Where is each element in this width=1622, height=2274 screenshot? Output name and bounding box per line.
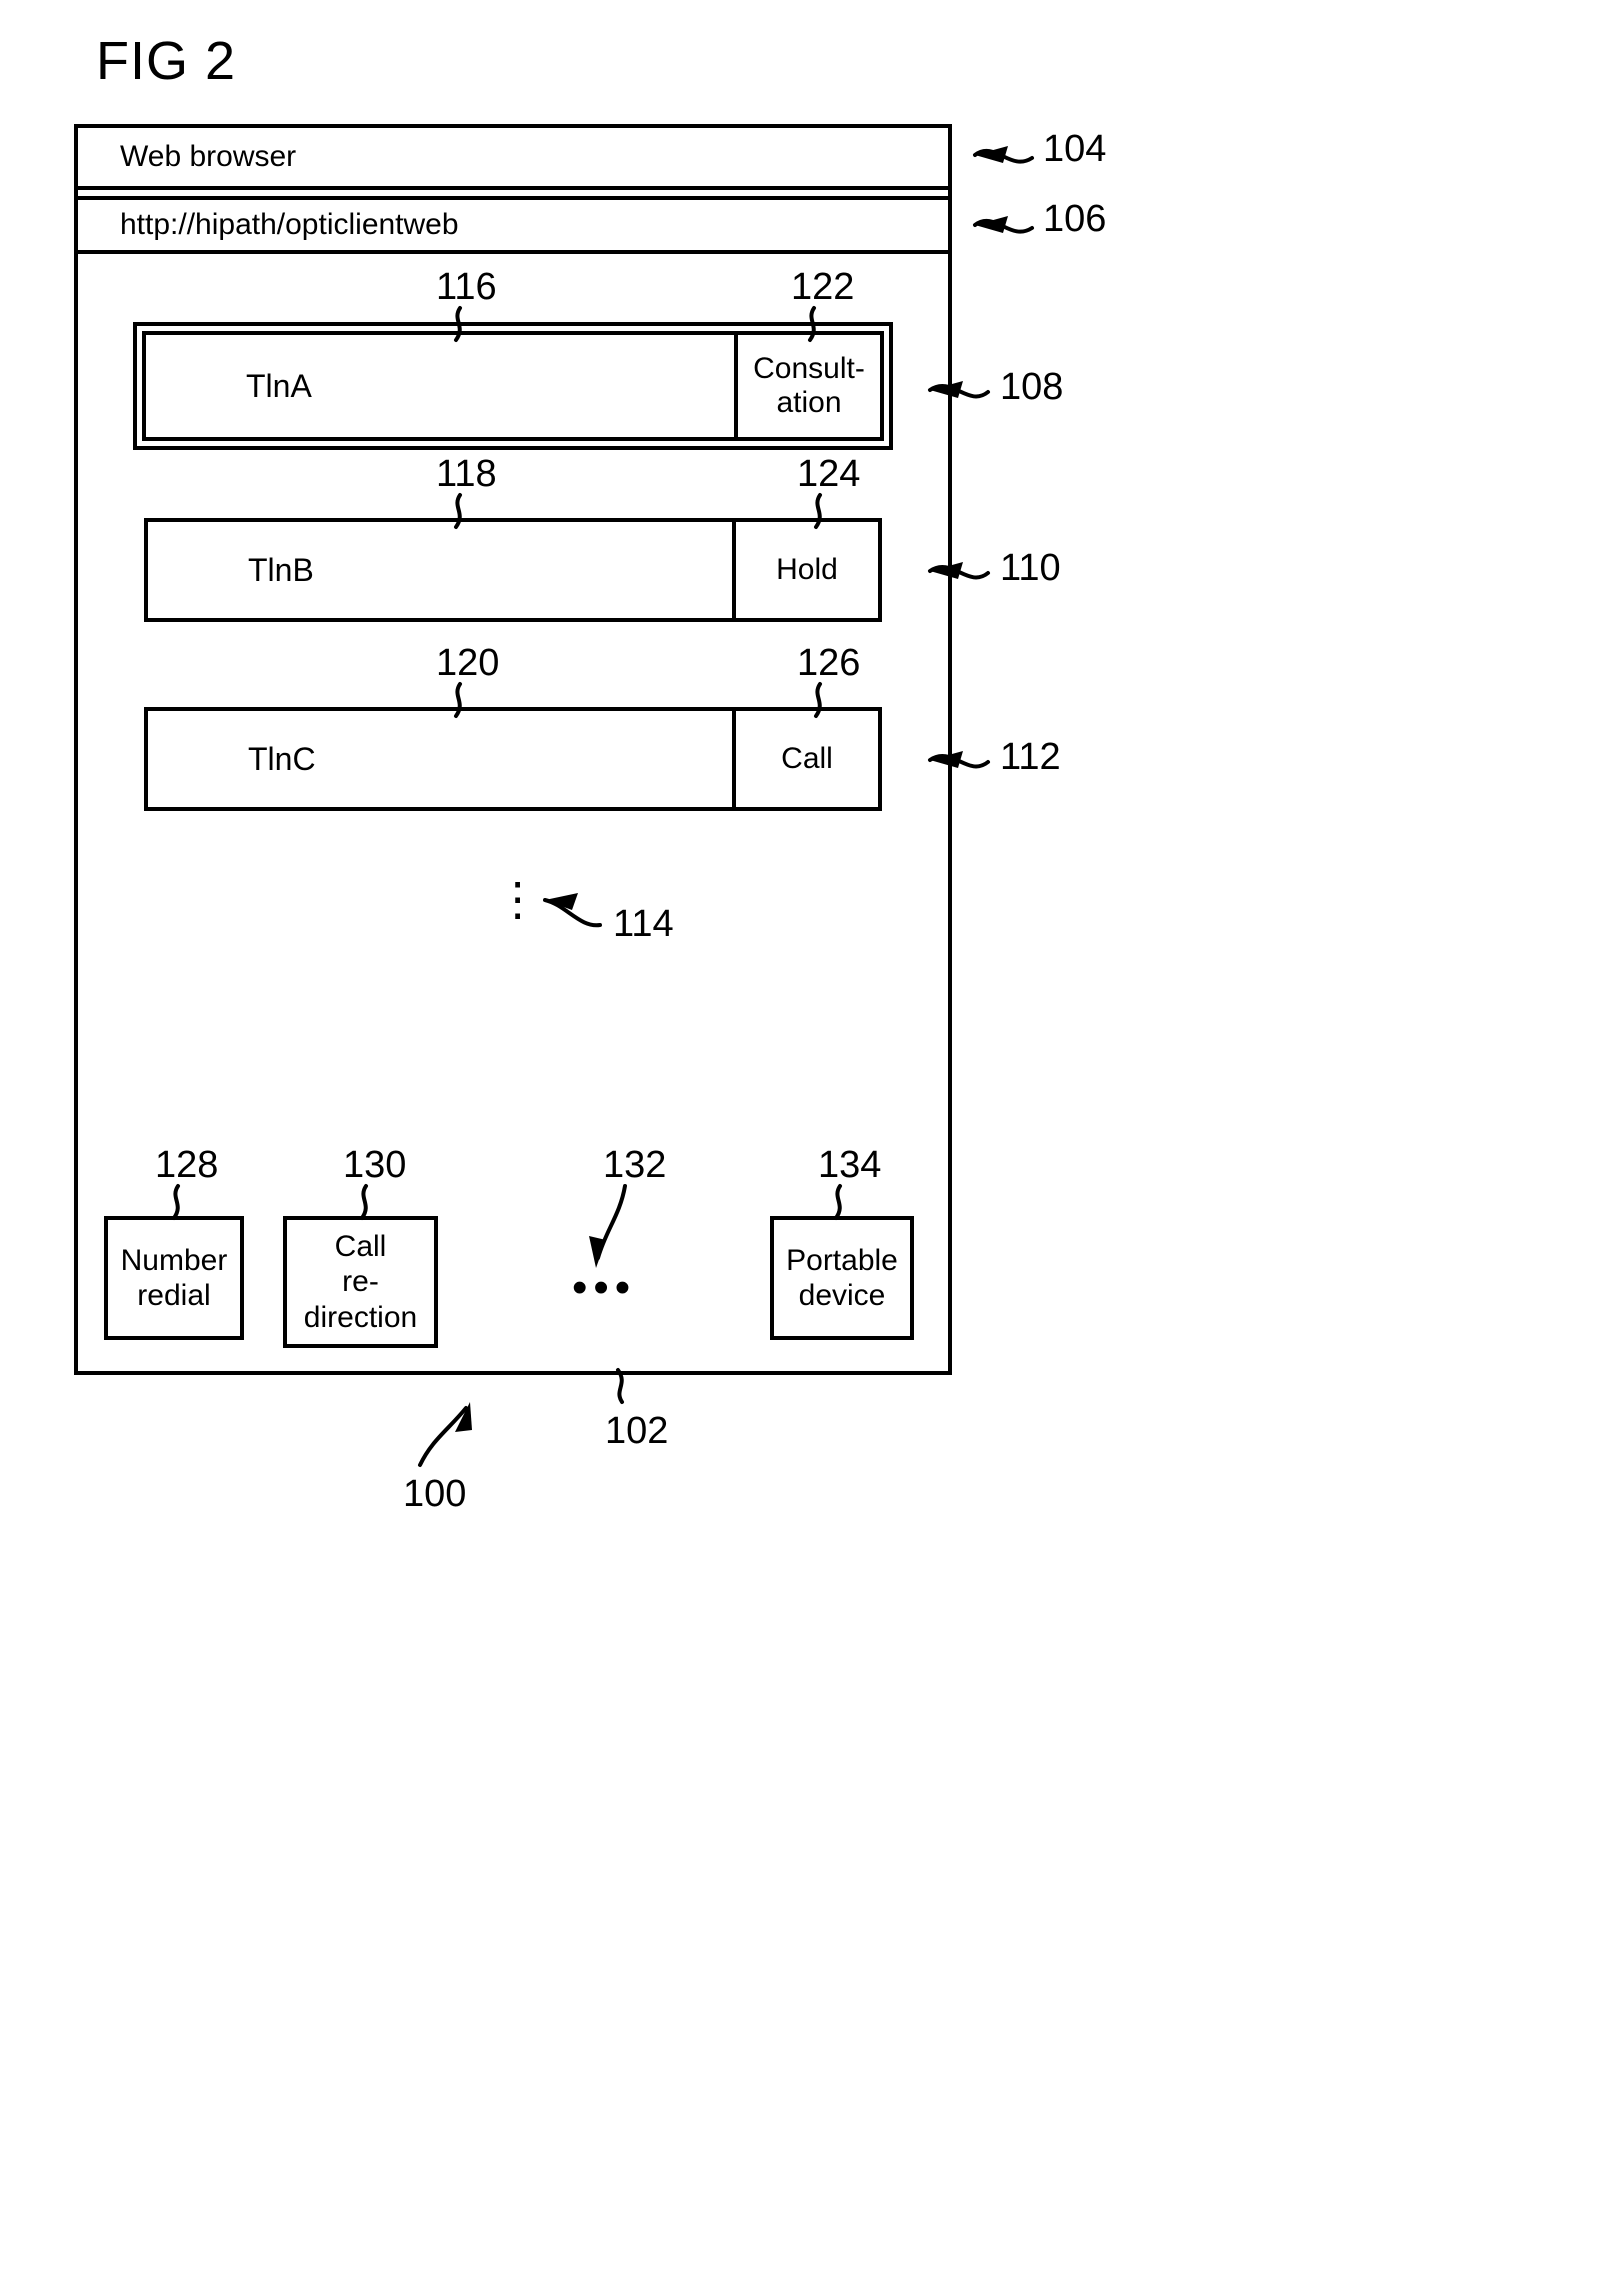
call-row-b-name: TlnB — [248, 551, 314, 588]
call-row-a-selection-frame[interactable]: TlnA Consult- ation — [133, 322, 893, 450]
call-row-c-action-button[interactable]: Call — [732, 711, 878, 807]
call-redirection-label-line1: Call — [334, 1229, 387, 1263]
arrowhead-104 — [975, 146, 1008, 163]
ref-numeral-104: 104 — [1043, 128, 1107, 170]
leader-106 — [973, 218, 1034, 234]
ref-numeral-116: 116 — [436, 266, 497, 308]
figure-title: FIG 2 — [96, 31, 237, 91]
call-row-c-name: TlnC — [248, 740, 316, 777]
portable-device-label-line1: Portable — [786, 1243, 898, 1277]
call-row-b[interactable]: TlnB Hold — [144, 518, 882, 622]
browser-titlebar: Web browser — [74, 124, 952, 190]
call-redirection-button[interactable]: Call re- direction — [283, 1216, 438, 1348]
leader-100 — [418, 1406, 468, 1467]
call-row-a-action-label-line2: ation — [776, 386, 842, 419]
number-redial-label-line1: Number — [120, 1243, 228, 1277]
call-row-a[interactable]: TlnA Consult- ation — [142, 331, 884, 441]
call-row-c[interactable]: TlnC Call — [144, 707, 882, 811]
call-row-b-action-button[interactable]: Hold — [732, 522, 878, 618]
call-redirection-label-line2: re- — [342, 1265, 379, 1299]
ref-numeral-106: 106 — [1043, 198, 1107, 240]
call-rows-continuation-ellipsis: ⋮ — [491, 872, 544, 926]
browser-url-text: http://hipath/opticlientweb — [120, 208, 459, 241]
ref-numeral-122: 122 — [791, 266, 855, 308]
ref-numeral-102: 102 — [605, 1410, 669, 1452]
ref-numeral-108: 108 — [1000, 366, 1064, 408]
browser-title-label: Web browser — [120, 140, 297, 173]
ref-numeral-112: 112 — [1000, 736, 1061, 778]
ref-numeral-126: 126 — [797, 642, 861, 684]
portable-device-label-line2: device — [798, 1279, 886, 1312]
call-row-a-action-button[interactable]: Consult- ation — [734, 335, 880, 437]
leader-104 — [973, 148, 1034, 164]
number-redial-button[interactable]: Number redial — [104, 1216, 244, 1340]
portable-device-button[interactable]: Portable device — [770, 1216, 914, 1340]
call-redirection-label-line3: direction — [303, 1300, 418, 1334]
ref-numeral-120: 120 — [436, 642, 500, 684]
ref-numeral-100: 100 — [403, 1473, 467, 1515]
call-row-a-action-label-line1: Consult- — [753, 352, 865, 386]
ref-numeral-132: 132 — [603, 1144, 667, 1186]
ref-numeral-124: 124 — [797, 453, 861, 495]
arrowhead-100 — [455, 1402, 472, 1432]
ref-numeral-110: 110 — [1000, 547, 1061, 589]
arrowhead-106 — [975, 216, 1008, 233]
ref-numeral-134: 134 — [818, 1144, 882, 1186]
ref-numeral-128: 128 — [155, 1144, 219, 1186]
ref-numeral-130: 130 — [343, 1144, 407, 1186]
ref-numeral-114: 114 — [613, 903, 674, 945]
call-row-a-name: TlnA — [246, 367, 312, 404]
browser-address-bar[interactable]: http://hipath/opticlientweb — [74, 196, 952, 254]
ref-numeral-118: 118 — [436, 453, 497, 495]
feature-buttons-continuation-ellipsis: ••• — [572, 1263, 637, 1312]
number-redial-label-line2: redial — [137, 1279, 211, 1312]
